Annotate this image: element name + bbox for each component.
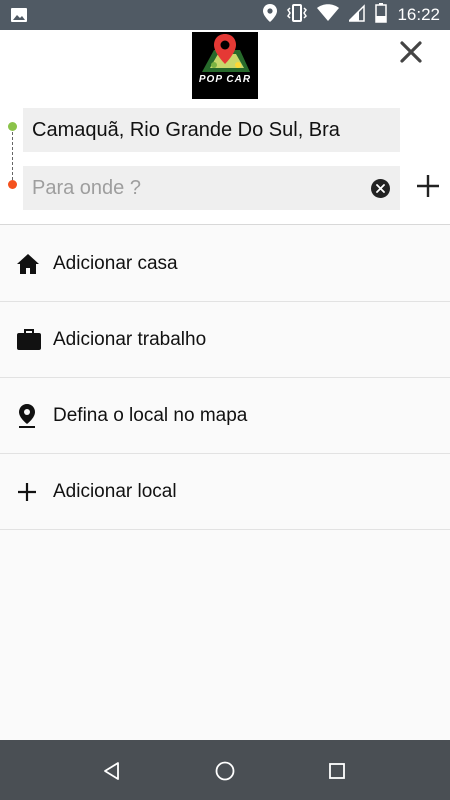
home-circle-icon — [215, 761, 235, 781]
destination-field[interactable] — [23, 166, 400, 210]
set-on-map-label: Defina o local no mapa — [53, 404, 248, 426]
clear-icon — [376, 184, 385, 193]
system-nav-bar — [0, 740, 450, 800]
briefcase-icon — [0, 328, 53, 351]
origin-value: Camaquã, Rio Grande Do Sul, Bra — [32, 118, 340, 141]
origin-dot — [8, 122, 17, 131]
signal-icon — [347, 3, 366, 27]
back-icon — [104, 762, 119, 780]
route-header: POP CAR Camaquã, Rio Grande Do Sul, Bra — [0, 30, 450, 225]
image-icon — [10, 6, 28, 29]
add-place-item[interactable]: Adicionar local — [0, 454, 450, 530]
saved-places-list: Adicionar casa Adicionar trabalho Defina… — [0, 226, 450, 530]
add-home-label: Adicionar casa — [53, 252, 178, 274]
home-button[interactable] — [210, 756, 240, 786]
battery-icon — [375, 2, 388, 28]
vibrate-icon — [287, 3, 308, 27]
plus-icon — [417, 175, 439, 197]
recents-button[interactable] — [322, 756, 352, 786]
route-connector-line — [12, 132, 13, 180]
home-icon — [0, 253, 53, 275]
back-button[interactable] — [97, 756, 127, 786]
add-work-label: Adicionar trabalho — [53, 328, 207, 350]
location-icon — [263, 3, 278, 27]
logo-text: POP CAR — [198, 74, 252, 85]
add-work-item[interactable]: Adicionar trabalho — [0, 302, 450, 378]
add-stop-button[interactable] — [414, 172, 442, 200]
close-icon — [400, 41, 422, 63]
destination-input[interactable] — [32, 176, 352, 200]
clock-time: 16:22 — [397, 5, 440, 24]
app-logo: POP CAR — [192, 32, 258, 99]
recents-icon — [329, 763, 345, 779]
plus-icon — [0, 481, 53, 503]
wifi-icon — [317, 3, 340, 27]
map-pin-icon — [0, 403, 53, 429]
clear-destination-button[interactable] — [371, 179, 390, 198]
add-place-label: Adicionar local — [53, 480, 177, 502]
origin-field[interactable]: Camaquã, Rio Grande Do Sul, Bra — [23, 108, 400, 152]
set-on-map-item[interactable]: Defina o local no mapa — [0, 378, 450, 454]
add-home-item[interactable]: Adicionar casa — [0, 226, 450, 302]
status-bar: 16:22 — [0, 0, 450, 30]
close-button[interactable] — [394, 35, 428, 69]
destination-dot — [8, 180, 17, 189]
